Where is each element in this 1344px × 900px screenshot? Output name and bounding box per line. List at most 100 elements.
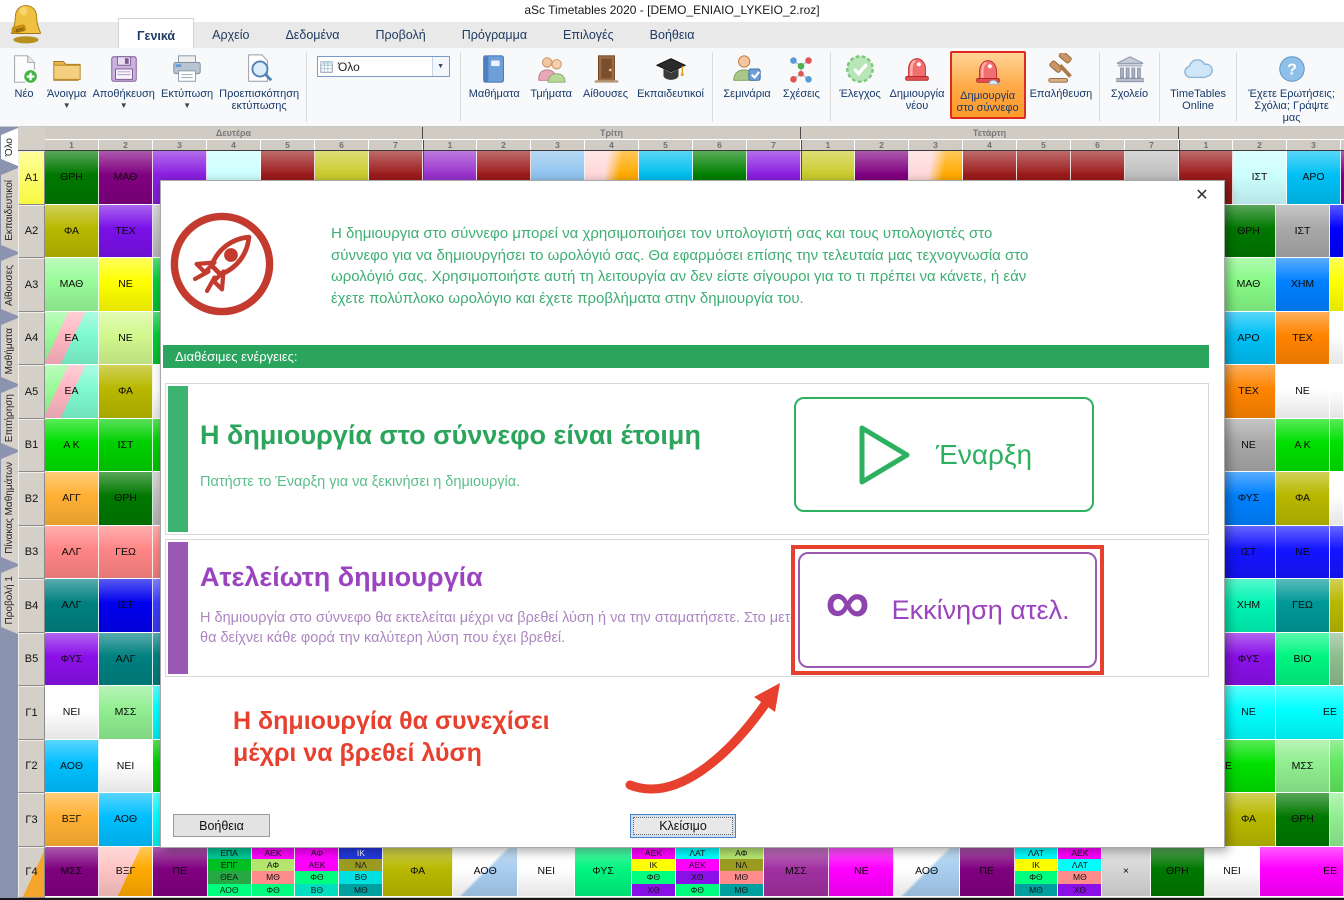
view-selector[interactable]: Όλο▼ [317,56,450,77]
menu-tab-2[interactable]: Αρχείο [194,22,267,48]
lesson-ΙΣΤ[interactable]: ΙΣΤ [99,419,153,472]
row-header-A1[interactable]: A1 [18,151,45,205]
toolbar-timetables-online-button[interactable]: TimeTables Online [1165,51,1232,113]
toolbar-save-button[interactable]: Αποθήκευση▼ [90,51,157,111]
timetable-cell[interactable] [1330,472,1344,525]
menu-tab-5[interactable]: Πρόγραμμα [444,22,545,48]
start-button[interactable]: Έναρξη [794,397,1094,512]
toolbar-school-button[interactable]: Σχολείο [1105,51,1154,101]
timetable-stack-cell[interactable]: ΑΕΚΙΚΦΘΧΘ [632,847,676,897]
lesson-ΜΑΘ[interactable]: ΜΑΘ [1222,258,1276,311]
lesson-ΕΑ[interactable]: ΕΑ [45,365,99,418]
sidebar-tab-7[interactable]: Προβολή 1 [1,566,18,634]
timetable-stack-cell[interactable]: ΑΦΑΕΚΦΘΒΘ [295,847,339,897]
sidebar-tab-6[interactable]: Πίνακας Μαθημάτων [1,452,18,564]
lesson-ΝΕ[interactable]: ΝΕ [99,312,153,365]
row-header-B5[interactable]: B5 [18,633,45,687]
timetable-stack-cell[interactable]: ΛΑΤΙΚΦΘΜΘ [1015,847,1059,897]
lesson-ΦΑ[interactable]: ΦΑ [45,205,99,258]
toolbar-check-button[interactable]: Έλεγχος [836,51,885,101]
toolbar-teachers-button[interactable]: Εκπαιδευτικοί [634,51,708,101]
lesson-ΝΕΙ[interactable]: ΝΕΙ [45,686,99,739]
lesson-ΤΕΧ[interactable]: ΤΕΧ [99,205,153,258]
lesson-ΙΣΤ[interactable]: ΙΣΤ [1276,205,1330,258]
timetable-stack-cell[interactable]: ΙΚΝΛΒΘΜΘ [339,847,383,897]
row-header-Γ2[interactable]: Γ2 [18,740,45,794]
toolbar-classes-button[interactable]: Τμήματα [525,51,577,101]
lesson-ΧΗΜ[interactable]: ΧΗΜ [1276,258,1330,311]
row-header-A3[interactable]: A3 [18,258,45,312]
menu-tab-1[interactable]: Γενικά [118,18,194,48]
toolbar-verify-button[interactable]: Επαλήθευση [1028,51,1095,101]
toolbar-classrooms-button[interactable]: Αίθουσες [579,51,631,101]
lesson-ΘΡΗ[interactable]: ΘΡΗ [45,151,99,204]
toolbar-relations-button[interactable]: Σχέσεις [778,51,825,101]
lesson-ΘΡΗ[interactable]: ΘΡΗ [1151,847,1206,897]
toolbar-open-button[interactable]: Άνοιγμα▼ [45,51,88,111]
lesson-ΜΣΣ[interactable]: ΜΣΣ [45,847,99,897]
row-header-A4[interactable]: A4 [18,312,45,366]
lesson-ΑΟΘ[interactable]: ΑΟΘ [99,793,153,846]
lesson-ΓΕΩ[interactable]: ΓΕΩ [1276,579,1330,632]
lesson-ΦΑ[interactable]: ΦΑ [1276,472,1330,525]
lesson-ΦΑ[interactable]: ΦΑ [1222,793,1276,846]
lesson-ΜΣΣ[interactable]: ΜΣΣ [764,847,829,897]
lesson-ΒΙΟ[interactable]: ΒΙΟ [1276,633,1330,686]
lesson-ΑΓΓ[interactable]: ΑΓΓ [45,472,99,525]
lesson-ΕΕ[interactable]: ΕΕ [1276,686,1344,739]
lesson-ΤΕΧ[interactable]: ΤΕΧ [1276,312,1330,365]
lesson-ΑΟΘ[interactable]: ΑΟΘ [453,847,518,897]
timetable-stack-cell[interactable]: ΑΕΚΑΦΜΘΦΘ [252,847,296,897]
sidebar-tab-2[interactable]: Εκπαιδευτικοί [1,168,18,252]
row-header-B1[interactable]: B1 [18,419,45,473]
lesson-ΙΣΤ[interactable]: ΙΣΤ [1233,151,1287,204]
menu-tab-6[interactable]: Επιλογές [545,22,632,48]
lesson-×[interactable]: × [1102,847,1150,897]
sidebar-tab-5[interactable]: Επιτήρηση [1,386,18,450]
menu-tab-7[interactable]: Βοήθεια [632,22,713,48]
toolbar-subjects-button[interactable]: Μαθήματα [465,51,523,101]
sidebar-tab-3[interactable]: Αίθουσες [1,254,18,316]
row-header-Γ3[interactable]: Γ3 [18,793,45,847]
timetable-stack-cell[interactable]: ΑΦΝΛΜΘΜΘ [720,847,764,897]
row-header-Γ1[interactable]: Γ1 [18,686,45,740]
lesson-ΜΑΘ[interactable]: ΜΑΘ [99,151,153,204]
lesson-ΠΕ[interactable]: ΠΕ [960,847,1015,897]
lesson-ΑΟΘ[interactable]: ΑΟΘ [894,847,959,897]
timetable-stack-cell[interactable]: ΕΠΑΕΠΓΘΕΑΑΟΘ [208,847,252,897]
lesson-ΘΡΗ[interactable]: ΘΡΗ [99,472,153,525]
menu-tab-3[interactable]: Δεδομένα [267,22,357,48]
toolbar-seminars-button[interactable]: Σεμινάρια [718,51,776,101]
lesson-ΝΕΙ[interactable]: ΝΕΙ [1205,847,1260,897]
timetable-cell[interactable] [1330,579,1344,632]
row-header-B2[interactable]: B2 [18,472,45,526]
row-header-B3[interactable]: B3 [18,526,45,580]
lesson-ΝΕΙ[interactable]: ΝΕΙ [99,740,153,793]
timetable-cell[interactable] [1330,740,1344,793]
timetable-cell[interactable] [1330,793,1344,846]
lesson-Ε[interactable]: Ε [1222,740,1276,793]
lesson-ΙΣΤ[interactable]: ΙΣΤ [1222,526,1276,579]
timetable-stack-cell[interactable]: ΛΑΤΑΕΚΧΘΦΘ [676,847,720,897]
sidebar-tab-1[interactable]: Όλο [1,128,18,166]
timetable-cell[interactable] [1330,258,1344,311]
lesson-ΕΕ[interactable]: ΕΕ [1260,847,1344,897]
toolbar-print-preview-button[interactable]: Προεπισκόπηση εκτύπωσης [217,51,301,113]
dropdown-arrow-icon[interactable]: ▼ [432,57,449,76]
lesson-ΑΛΓ[interactable]: ΑΛΓ [45,526,99,579]
lesson-Α Κ[interactable]: Α Κ [1276,419,1330,472]
row-header-A2[interactable]: A2 [18,205,45,259]
timetable-cell[interactable] [1330,633,1344,686]
lesson-ΦΥΣ[interactable]: ΦΥΣ [45,633,99,686]
lesson-ΧΗΜ[interactable]: ΧΗΜ [1222,579,1276,632]
lesson-ΝΕ[interactable]: ΝΕ [1276,526,1330,579]
lesson-ΝΕ[interactable]: ΝΕ [829,847,894,897]
help-button[interactable]: Βοήθεια [173,814,270,837]
lesson-ΙΣΤ[interactable]: ΙΣΤ [99,579,153,632]
toolbar-generate-new-button[interactable]: Δημιουργία νέου [886,51,947,113]
row-header-B4[interactable]: B4 [18,579,45,633]
row-header-A5[interactable]: A5 [18,365,45,419]
lesson-ΕΑ[interactable]: ΕΑ [45,312,99,365]
timetable-cell[interactable] [1330,526,1344,579]
lesson-ΝΕ[interactable]: ΝΕ [1276,365,1330,418]
